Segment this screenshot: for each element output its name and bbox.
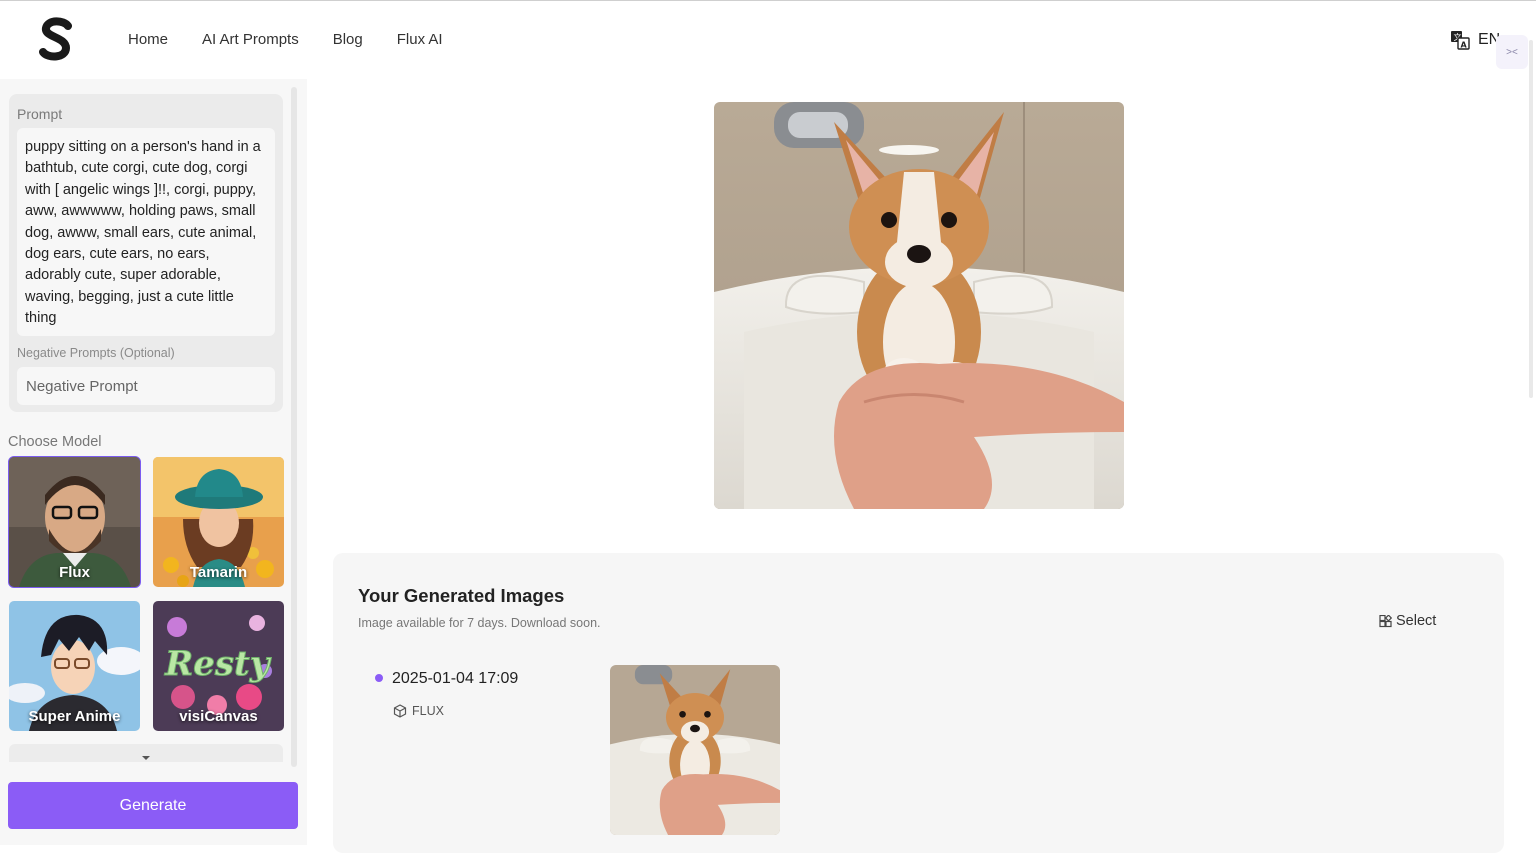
model-name-super-anime: Super Anime: [28, 708, 121, 725]
prompt-textarea[interactable]: puppy sitting on a person's hand in a ba…: [17, 128, 275, 336]
prompt-panel: Prompt puppy sitting on a person's hand …: [9, 94, 283, 412]
generated-images-panel: Your Generated Images Image available fo…: [333, 553, 1504, 853]
caret-down-icon: [142, 756, 150, 760]
top-navbar: Home AI Art Prompts Blog Flux AI 文 A EN …: [0, 1, 1536, 79]
model-card-visicanvas[interactable]: Resty visiCanvas: [153, 601, 284, 731]
model-name-visicanvas: visiCanvas: [179, 708, 258, 725]
generated-images-subtitle: Image available for 7 days. Download soo…: [358, 616, 601, 630]
sidebar-scrollbar[interactable]: [291, 87, 297, 767]
generator-sidebar: Prompt puppy sitting on a person's hand …: [0, 79, 307, 845]
timeline-dot: [375, 674, 383, 682]
model-card-super-anime[interactable]: Super Anime: [9, 601, 140, 731]
model-card-tamarin[interactable]: Tamarin: [153, 457, 284, 587]
generated-images-title: Your Generated Images: [358, 585, 565, 606]
generate-button[interactable]: Generate: [8, 782, 298, 829]
floating-widget[interactable]: ><: [1496, 35, 1528, 69]
show-more-models[interactable]: [9, 744, 283, 762]
language-switcher[interactable]: 文 A EN: [1450, 30, 1500, 50]
translate-icon: 文 A: [1451, 31, 1470, 50]
generation-model-tag: FLUX: [393, 704, 444, 718]
select-label: Select: [1396, 613, 1437, 629]
prompt-label: Prompt: [17, 106, 63, 122]
nav-home[interactable]: Home: [128, 31, 168, 48]
corgi-thumbnail: [610, 665, 780, 835]
choose-model-label: Choose Model: [8, 434, 102, 450]
generated-image-preview[interactable]: [714, 102, 1124, 509]
negative-prompt-input[interactable]: [17, 367, 275, 405]
negative-prompt-label: Negative Prompts (Optional): [17, 346, 175, 360]
page-scrollbar[interactable]: [1529, 40, 1533, 398]
model-card-flux[interactable]: Flux: [8, 456, 141, 588]
grid-select-icon: [1379, 614, 1392, 627]
svg-text:Resty: Resty: [164, 644, 272, 684]
nav-blog[interactable]: Blog: [333, 31, 363, 48]
generation-model-name: FLUX: [412, 704, 444, 718]
main-nav: Home AI Art Prompts Blog Flux AI: [128, 31, 477, 48]
generated-image-thumbnail[interactable]: [610, 665, 780, 835]
model-name-tamarin: Tamarin: [189, 564, 248, 581]
logo-icon[interactable]: [38, 17, 74, 63]
select-button[interactable]: Select: [1379, 613, 1436, 629]
generation-datetime: 2025-01-04 17:09: [392, 670, 519, 687]
cube-icon: [393, 704, 407, 718]
model-name-flux: Flux: [59, 564, 90, 581]
nav-flux-ai[interactable]: Flux AI: [397, 31, 443, 48]
nav-ai-art-prompts[interactable]: AI Art Prompts: [202, 31, 299, 48]
corgi-image: [714, 102, 1124, 509]
svg-text:A: A: [1461, 41, 1468, 50]
